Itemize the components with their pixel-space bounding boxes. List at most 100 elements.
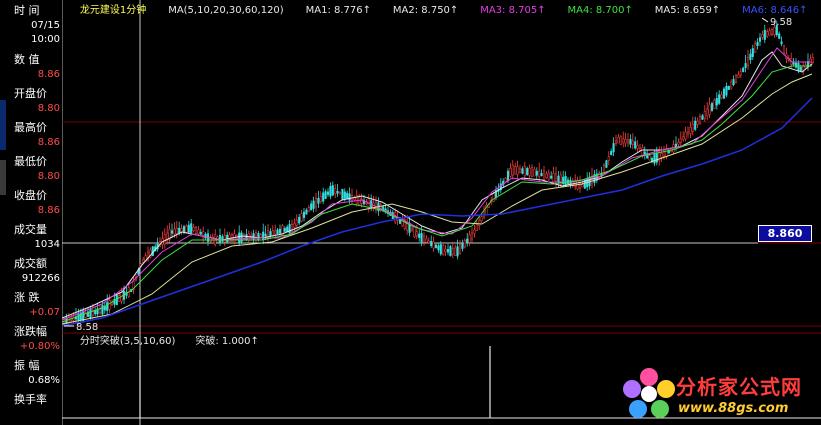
candle-body — [420, 233, 423, 243]
ma4-label: MA4: 8.700↑ — [568, 5, 633, 16]
change-label: 涨 跌 — [14, 291, 40, 304]
ma2-label: MA2: 8.750↑ — [393, 5, 458, 16]
amplitude-label: 振 幅 — [14, 359, 40, 372]
candle-body — [466, 238, 469, 244]
candle-body — [286, 226, 289, 232]
candle-body — [538, 170, 541, 178]
candle-body — [322, 192, 325, 202]
candle-body — [298, 216, 301, 224]
candle-body — [710, 103, 714, 111]
watermark-url: www.88gs.com — [678, 401, 789, 416]
candle-body — [614, 140, 618, 144]
close-value: 8.86 — [37, 205, 60, 216]
candle-body — [679, 138, 682, 143]
candle-body — [324, 191, 327, 199]
ma5-line — [62, 73, 813, 325]
candle-body — [108, 300, 111, 310]
candle-body — [578, 182, 582, 189]
candle-body — [526, 168, 529, 175]
side-tab[interactable] — [0, 100, 6, 150]
candle-body — [410, 228, 414, 232]
candlesticks — [62, 20, 814, 326]
date-value: 07/15 — [31, 20, 60, 31]
candle-body — [194, 226, 198, 234]
candle-body — [430, 241, 433, 247]
candle-body — [274, 230, 277, 235]
change-pct-label: 涨跌幅 — [14, 325, 47, 338]
low-label: 最低价 — [14, 155, 47, 168]
candle-body — [696, 120, 699, 125]
value-label: 数 值 — [14, 53, 40, 66]
candle-body — [794, 62, 798, 68]
candle-body — [734, 75, 738, 84]
candle-body — [703, 111, 706, 119]
candle-body — [170, 230, 174, 234]
candle-body — [718, 94, 721, 104]
candle-body — [708, 104, 711, 115]
candle-body — [557, 175, 560, 183]
candle-body — [473, 229, 476, 234]
candle-body — [506, 170, 510, 182]
candle-body — [749, 53, 752, 61]
ma6-label: MA6: 8.646↑ — [742, 5, 807, 16]
candle-body — [418, 233, 421, 238]
ma4-line — [62, 65, 812, 323]
candle-body — [530, 166, 534, 178]
price-chart[interactable]: 龙元建设1分钟 MA(5,10,20,30,60,120) MA1: 8.776… — [62, 0, 821, 425]
candle-body — [331, 185, 334, 196]
side-tab-2[interactable] — [0, 160, 6, 195]
grid-lines — [62, 121, 821, 327]
candle-body — [336, 190, 339, 194]
candle-body — [271, 230, 274, 236]
ma5-label: MA5: 8.659↑ — [655, 5, 720, 16]
candle-body — [437, 245, 440, 251]
candle-body — [624, 138, 627, 144]
candle-body — [744, 63, 747, 68]
candle-body — [766, 31, 769, 37]
candle-body — [665, 148, 668, 158]
high-marker: 9.58 — [770, 17, 792, 28]
indicator-name: 分时突破(3,5,10,60) — [80, 334, 176, 347]
candle-body — [439, 244, 442, 255]
watermark-text: 分析家公式网 — [676, 375, 802, 399]
candle-body — [727, 85, 730, 90]
candle-body — [269, 231, 272, 237]
ma1-line — [62, 51, 813, 319]
candle-body — [662, 151, 666, 157]
time-label: 时 间 — [14, 4, 40, 17]
candle-body — [742, 67, 745, 72]
candle-body — [780, 41, 783, 45]
candle-body — [641, 147, 644, 156]
candle-body — [192, 226, 195, 231]
candle-body — [722, 88, 726, 99]
candle-body — [254, 232, 258, 241]
candle-body — [341, 188, 344, 200]
candle-body — [770, 29, 774, 35]
candle-body — [533, 168, 536, 177]
candle-body — [509, 168, 512, 177]
candle-body — [442, 245, 445, 255]
candle-body — [415, 231, 418, 237]
candle-body — [564, 175, 567, 187]
low-marker: 8.58 — [76, 322, 98, 333]
candle-body — [463, 240, 466, 248]
change-value: +0.07 — [29, 307, 60, 318]
info-panel: 时 间 07/15 10:00 数 值 8.86 开盘价 8.80 最高价 8.… — [0, 0, 63, 425]
candle-body — [622, 138, 625, 144]
candle-body — [478, 220, 481, 226]
candle-body — [799, 67, 802, 72]
candle-body — [550, 175, 553, 179]
header-line: 龙元建设1分钟 MA(5,10,20,30,60,120) MA1: 8.776… — [64, 3, 817, 16]
candle-body — [516, 166, 519, 175]
breakout-label: 突破: 1.000↑ — [195, 334, 259, 347]
candle-body — [432, 241, 435, 249]
candle-body — [187, 224, 190, 233]
candle-body — [77, 314, 80, 321]
candle-body — [89, 308, 92, 319]
candle-body — [612, 143, 615, 153]
candle-body — [694, 120, 697, 130]
candle-body — [413, 226, 416, 238]
candle-body — [691, 124, 694, 132]
candle-body — [475, 223, 478, 231]
candle-body — [312, 200, 315, 209]
